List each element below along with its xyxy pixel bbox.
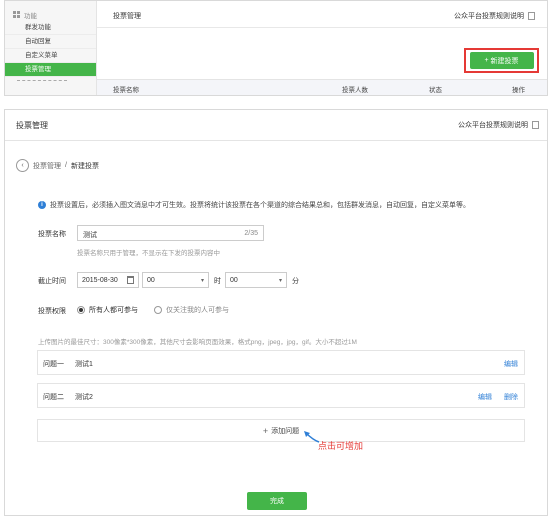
new-vote-button[interactable]: + 新建投票 — [469, 52, 534, 69]
highlight-box: + 新建投票 — [464, 48, 539, 73]
deadline-date-input[interactable]: 2015-08-30 — [77, 272, 139, 288]
delete-button[interactable]: 删除 — [504, 392, 518, 402]
column-header-name: 投票名称 — [113, 87, 139, 94]
vote-name-input[interactable]: 测试 2/35 — [77, 225, 264, 241]
sidebar-section-label: 功能 — [24, 12, 37, 20]
column-header-status: 状态 — [429, 87, 442, 94]
char-counter: 2/35 — [244, 230, 258, 237]
grid-icon — [13, 11, 20, 18]
question-number: 问题一 — [43, 361, 64, 368]
annotation-text: 点击可增加 — [318, 441, 364, 451]
edit-button[interactable]: 编辑 — [504, 359, 518, 369]
deadline-label: 截止时间 — [38, 278, 66, 285]
sidebar-item-auto-reply[interactable]: 自动回复 — [5, 35, 96, 49]
question-item: 问题二 测试2 编辑 删除 — [37, 383, 525, 408]
permission-option-label: 仅关注我的人可参与 — [166, 307, 229, 314]
vote-name-label: 投票名称 — [38, 231, 66, 238]
deadline-date-value: 2015-08-30 — [82, 276, 118, 284]
rules-link-label: 公众平台投票规则说明 — [458, 122, 528, 129]
back-arrow-icon[interactable]: ‹ — [16, 159, 29, 172]
plus-icon: + — [484, 57, 489, 64]
document-icon — [528, 12, 535, 20]
permission-option-everyone[interactable]: 所有人都可参与 — [77, 305, 138, 315]
done-button[interactable]: 完成 — [247, 492, 307, 510]
document-icon — [532, 121, 539, 129]
breadcrumb-parent[interactable]: 投票管理 — [33, 161, 61, 171]
minute-unit: 分 — [292, 278, 299, 285]
permission-label: 投票权限 — [38, 308, 66, 315]
breadcrumb-current: 新建投票 — [70, 162, 99, 170]
minute-select[interactable]: 00 ▾ — [225, 272, 287, 288]
plus-icon: + — [262, 425, 269, 436]
panel-title: 投票管理 — [16, 121, 48, 130]
breadcrumb: ‹ 投票管理 / 新建投票 — [16, 159, 99, 172]
info-icon: i — [38, 201, 46, 209]
vote-name-value: 测试 — [83, 232, 97, 239]
vote-list-panel: 功能 群发功能 自动回复 自定义菜单 投票管理 投票管理 公众平台投票规则说明 … — [4, 0, 548, 96]
permission-option-followers[interactable]: 仅关注我的人可参与 — [154, 305, 229, 315]
chevron-down-icon: ▾ — [200, 277, 204, 284]
panel-header: 投票管理 公众平台投票规则说明 — [5, 110, 547, 141]
hour-value: 00 — [147, 276, 155, 284]
sidebar: 功能 群发功能 自动回复 自定义菜单 投票管理 — [5, 1, 97, 95]
page-title: 投票管理 — [113, 13, 141, 20]
hour-unit: 时 — [214, 278, 221, 285]
question-title: 测试1 — [75, 361, 93, 368]
calendar-icon[interactable] — [127, 276, 134, 284]
sidebar-section-header: 功能 — [5, 1, 96, 21]
new-vote-label: 新建投票 — [490, 57, 519, 65]
permission-option-label: 所有人都可参与 — [89, 307, 138, 314]
hour-select[interactable]: 00 ▾ — [142, 272, 209, 288]
question-number: 问题二 — [43, 394, 64, 401]
column-header-count: 投票人数 — [342, 87, 368, 94]
question-title: 测试2 — [75, 394, 93, 401]
vote-name-hint: 投票名称只用于管理，不显示在下发的投票内容中 — [77, 250, 220, 257]
upload-size-note: 上传图片的最佳尺寸：300像素*300像素，其他尺寸会影响页面效果，格式png，… — [38, 339, 357, 346]
notice-text: 投票设置后，必须插入图文消息中才可生效。投票将统计该投票在各个渠道的综合结果总和… — [50, 202, 470, 209]
radio-unselected-icon[interactable] — [154, 306, 162, 314]
new-vote-panel: 投票管理 公众平台投票规则说明 ‹ 投票管理 / 新建投票 i 投票设置后，必须… — [4, 109, 548, 516]
sidebar-item-mass-send[interactable]: 群发功能 — [5, 21, 96, 35]
question-item: 问题一 测试1 编辑 — [37, 350, 525, 375]
radio-selected-icon[interactable] — [77, 306, 85, 314]
divider — [97, 27, 547, 28]
crop-divider — [17, 80, 67, 86]
sidebar-item-vote-management[interactable]: 投票管理 — [5, 63, 96, 77]
vote-list-main: 投票管理 公众平台投票规则说明 + 新建投票 投票名称 投票人数 状态 操作 — [97, 1, 547, 95]
rules-link[interactable]: 公众平台投票规则说明 — [454, 11, 535, 21]
edit-button[interactable]: 编辑 — [478, 392, 492, 402]
breadcrumb-separator: / — [65, 162, 67, 169]
notice-banner: i 投票设置后，必须插入图文消息中才可生效。投票将统计该投票在各个渠道的综合结果… — [38, 200, 470, 210]
rules-link[interactable]: 公众平台投票规则说明 — [458, 120, 539, 130]
chevron-down-icon: ▾ — [278, 277, 282, 284]
rules-link-label: 公众平台投票规则说明 — [454, 13, 524, 20]
sidebar-item-custom-menu[interactable]: 自定义菜单 — [5, 49, 96, 63]
add-question-button[interactable]: + 添加问题 — [37, 419, 525, 442]
vote-table-header: 投票名称 投票人数 状态 操作 — [97, 79, 547, 95]
minute-value: 00 — [230, 276, 238, 284]
column-header-actions: 操作 — [512, 87, 525, 94]
add-question-label: 添加问题 — [271, 427, 300, 435]
